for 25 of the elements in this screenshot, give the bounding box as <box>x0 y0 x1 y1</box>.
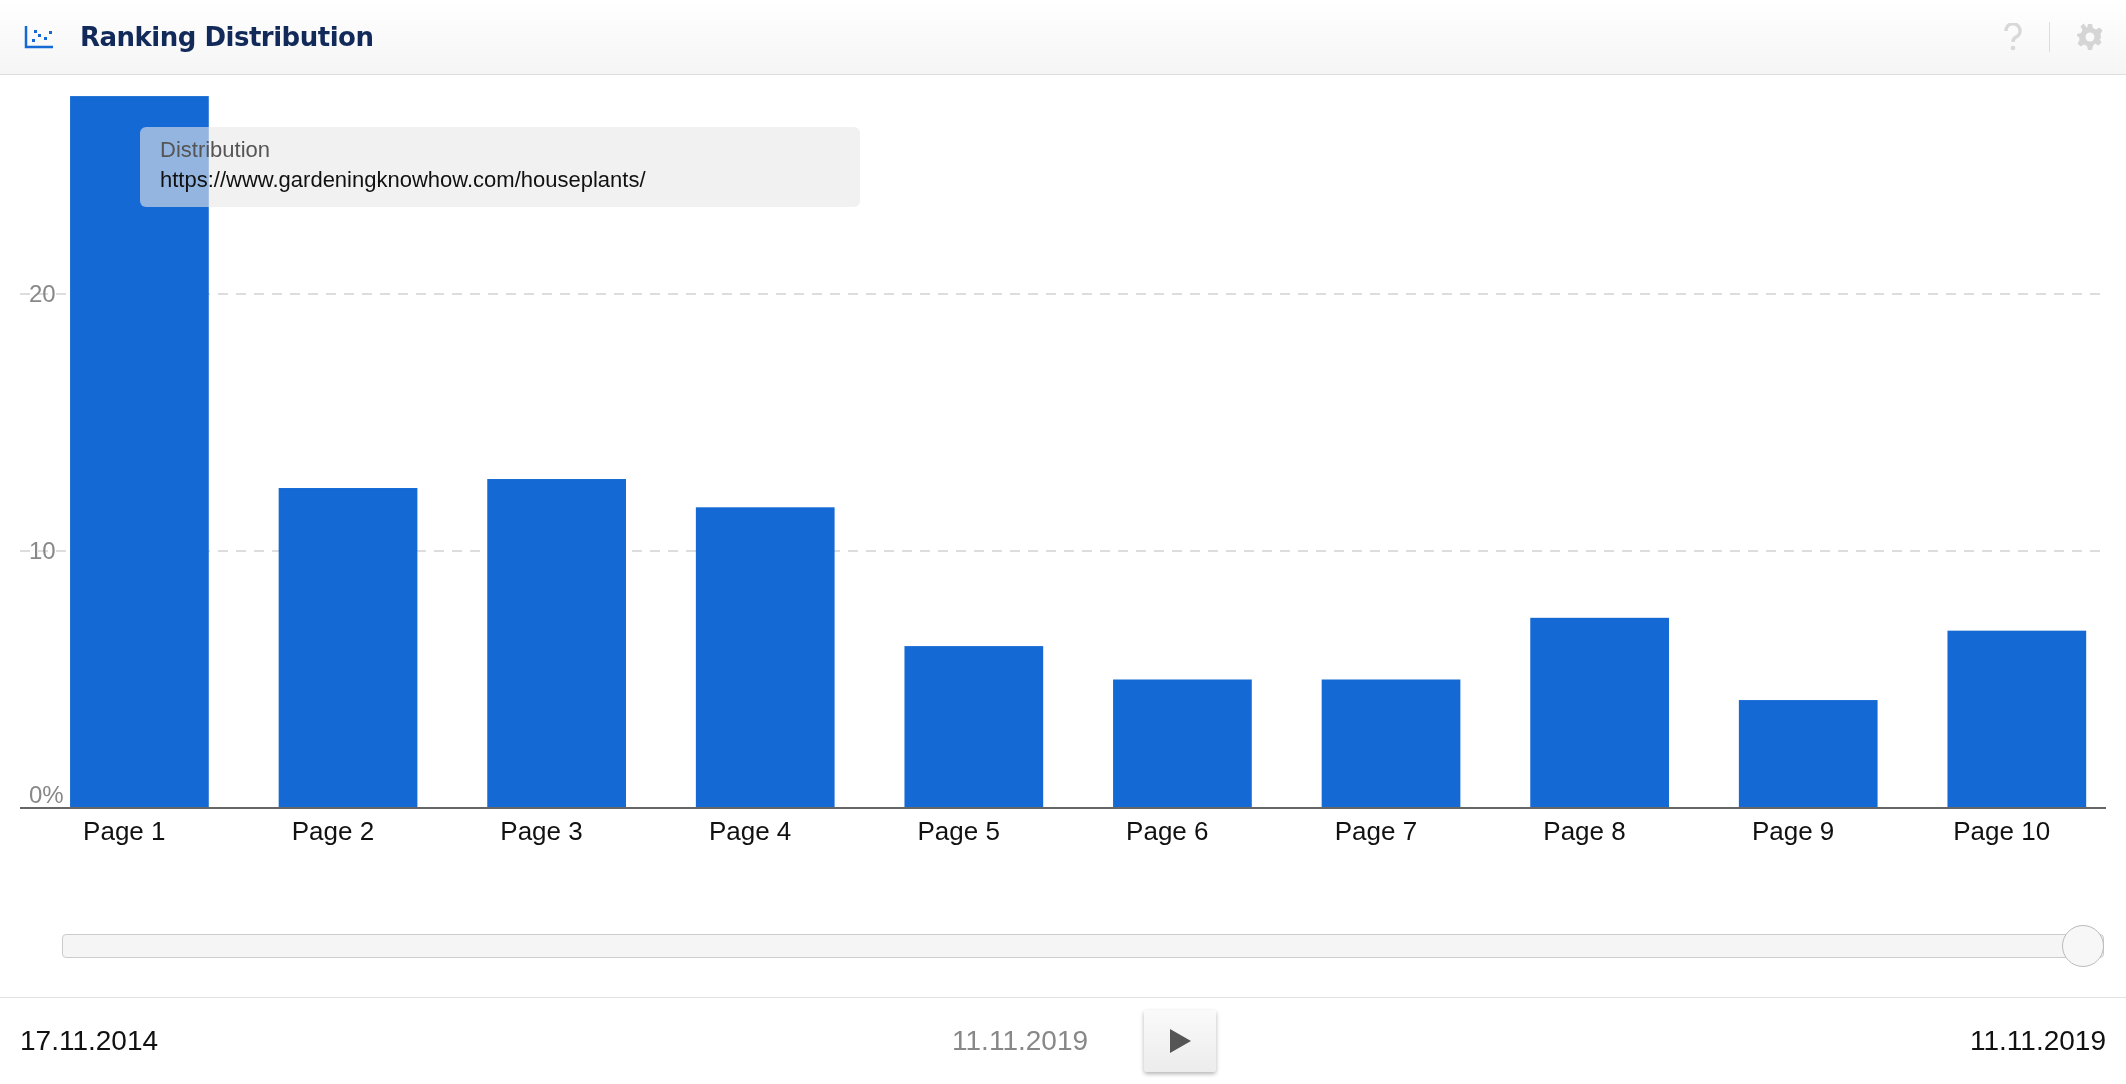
axis-label: Page 7 <box>1334 816 1418 846</box>
axis-label: Page 1 <box>83 816 166 846</box>
help-icon[interactable] <box>2003 23 2023 51</box>
axis-label: Page 5 <box>917 816 1000 846</box>
tooltip-url: https://www.gardeningknowhow.com/houseplants/ <box>160 167 647 193</box>
timeline-slider[interactable] <box>62 925 2104 967</box>
axis-label: 10 <box>29 537 56 564</box>
axis-label: Page 10 <box>1953 816 2051 846</box>
panel-title: Ranking Distribution <box>80 22 375 52</box>
axis-label: Page 8 <box>1543 816 1626 846</box>
axis-label: 0% <box>29 781 64 808</box>
slider-thumb[interactable] <box>2062 925 2104 967</box>
play-button[interactable] <box>1144 1010 1217 1072</box>
axis-label: Page 9 <box>1751 816 1835 846</box>
current-date: 11.11.2019 <box>952 1025 1089 1057</box>
axis-label: 20 <box>29 280 56 307</box>
axis-label: Page 2 <box>291 816 375 846</box>
chart-icon <box>24 25 54 49</box>
axis-label: Page 3 <box>500 816 583 846</box>
end-date: 11.11.2019 <box>1970 1025 2106 1057</box>
axis-label: Page 4 <box>708 816 792 846</box>
start-date: 17.11.2014 <box>20 1025 159 1057</box>
settings-icon[interactable] <box>2076 23 2104 51</box>
play-icon <box>1168 1028 1193 1054</box>
axis-label: Page 6 <box>1126 816 1209 846</box>
